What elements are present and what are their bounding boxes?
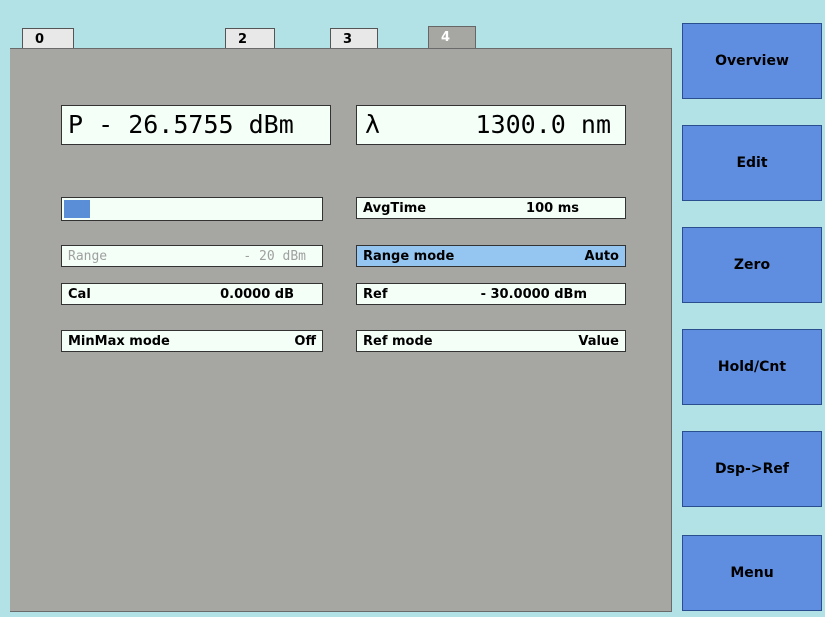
range-mode-value: Auto [584,248,619,264]
avgtime-label: AvgTime [363,200,427,216]
minmax-mode-value: Off [294,333,316,349]
tab-3-label: 3 [343,32,353,47]
power-value: P - 26.5755 dBm [68,110,294,139]
overview-button[interactable]: Overview [682,23,822,99]
hold-cnt-button-label: Hold/Cnt [717,359,787,375]
tab-0[interactable]: 0 [22,28,74,50]
zero-button-label: Zero [733,257,771,273]
cal-field[interactable]: Cal 0.0000 dB [61,283,323,305]
ref-field[interactable]: Ref - 30.0000 dBm [356,283,626,305]
dsp-ref-button-label: Dsp->Ref [715,461,789,477]
range-field: Range - 20 dBm [61,245,323,267]
minmax-mode-field[interactable]: MinMax mode Off [61,330,323,352]
zero-button[interactable]: Zero [682,227,822,303]
menu-button[interactable]: Menu [682,535,822,611]
ref-mode-label: Ref mode [363,333,433,349]
tab-0-label: 0 [35,32,45,47]
cal-label: Cal [68,286,91,302]
ref-label: Ref [363,286,388,302]
tab-2-label: 2 [238,32,248,47]
power-display[interactable]: P - 26.5755 dBm [61,105,331,145]
edit-button-label: Edit [736,155,768,171]
ref-mode-value: Value [578,333,619,349]
ref-value: - 30.0000 dBm [480,286,587,302]
range-value: - 20 dBm [243,248,306,264]
range-label: Range [68,248,108,264]
level-bar-fill [64,200,90,218]
range-mode-field[interactable]: Range mode Auto [356,245,626,267]
tab-3[interactable]: 3 [330,28,378,50]
tab-4-label: 4 [441,30,451,45]
cal-value: 0.0000 dB [220,286,294,302]
wavelength-display[interactable]: λ 1300.0 nm [356,105,626,145]
minmax-mode-label: MinMax mode [68,333,170,349]
dsp-ref-button[interactable]: Dsp->Ref [682,431,822,507]
lambda-symbol: λ [365,110,381,139]
menu-button-label: Menu [730,565,774,581]
tab-4[interactable]: 4 [428,26,476,50]
hold-cnt-button[interactable]: Hold/Cnt [682,329,822,405]
range-mode-label: Range mode [363,248,455,264]
avgtime-value: 100 ms [526,200,579,216]
wavelength-value: 1300.0 nm [475,110,611,139]
edit-button[interactable]: Edit [682,125,822,201]
tab-2[interactable]: 2 [225,28,275,50]
main-panel: P - 26.5755 dBm λ 1300.0 nm Range - 20 d… [10,48,672,612]
avgtime-field[interactable]: AvgTime 100 ms [356,197,626,219]
level-bar [61,197,323,221]
overview-button-label: Overview [715,53,789,69]
ref-mode-field[interactable]: Ref mode Value [356,330,626,352]
